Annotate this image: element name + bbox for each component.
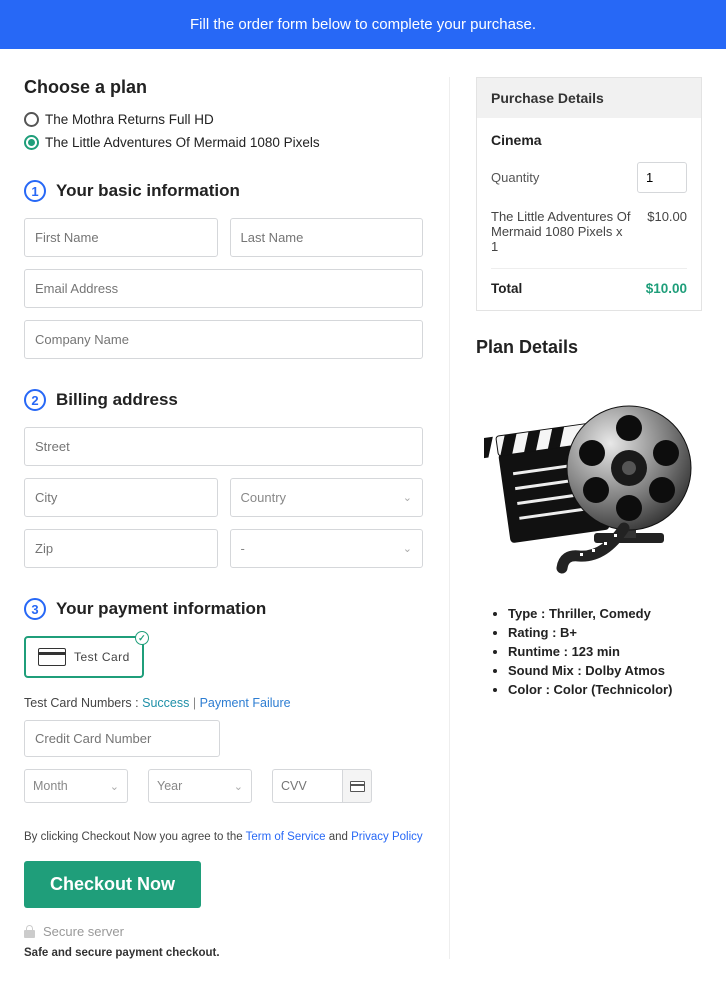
check-icon <box>135 631 149 645</box>
purchase-details-header: Purchase Details <box>477 78 701 118</box>
purchase-details-panel: Purchase Details Cinema Quantity The Lit… <box>476 77 702 311</box>
total-label: Total <box>491 281 522 296</box>
quantity-input[interactable] <box>637 162 687 193</box>
chevron-down-icon: ⌄ <box>234 780 243 793</box>
radio-icon <box>24 135 39 150</box>
last-name-input[interactable] <box>230 218 424 257</box>
list-item: Runtime : 123 min <box>508 644 702 659</box>
plan-option-1[interactable]: The Little Adventures Of Mermaid 1080 Pi… <box>24 135 423 150</box>
movie-illustration <box>476 378 702 578</box>
credit-card-icon <box>350 781 365 792</box>
state-select[interactable]: - ⌄ <box>230 529 424 568</box>
step-2-badge: 2 <box>24 389 46 411</box>
step-2-title: Billing address <box>56 390 178 410</box>
agree-text: By clicking Checkout Now you agree to th… <box>24 831 423 843</box>
quantity-label: Quantity <box>491 170 539 185</box>
month-select[interactable]: Month ⌄ <box>24 769 128 803</box>
plan-details-title: Plan Details <box>476 337 702 358</box>
chevron-down-icon: ⌄ <box>403 542 412 555</box>
list-item: Sound Mix : Dolby Atmos <box>508 663 702 678</box>
test-failure-link[interactable]: Payment Failure <box>200 696 291 710</box>
chevron-down-icon: ⌄ <box>403 491 412 504</box>
plan-details-list: Type : Thriller, Comedy Rating : B+ Runt… <box>476 606 702 697</box>
first-name-input[interactable] <box>24 218 218 257</box>
terms-link[interactable]: Term of Service <box>246 831 326 843</box>
list-item: Type : Thriller, Comedy <box>508 606 702 621</box>
cvv-icon-box <box>342 769 372 803</box>
secure-server-line: Secure server <box>24 924 423 939</box>
banner: Fill the order form below to complete yo… <box>0 0 726 49</box>
email-input[interactable] <box>24 269 423 308</box>
choose-plan-title: Choose a plan <box>24 77 423 98</box>
zip-input[interactable] <box>24 529 218 568</box>
step-1-badge: 1 <box>24 180 46 202</box>
safe-checkout-text: Safe and secure payment checkout. <box>24 947 423 959</box>
step-1-title: Your basic information <box>56 181 240 201</box>
credit-card-number-input[interactable] <box>24 720 220 757</box>
credit-card-icon <box>38 648 66 666</box>
country-select-label: Country <box>241 490 287 505</box>
company-input[interactable] <box>24 320 423 359</box>
plan-option-0[interactable]: The Mothra Returns Full HD <box>24 112 423 127</box>
street-input[interactable] <box>24 427 423 466</box>
plan-option-label: The Mothra Returns Full HD <box>45 112 214 127</box>
year-select[interactable]: Year ⌄ <box>148 769 252 803</box>
step-3-badge: 3 <box>24 598 46 620</box>
lock-icon <box>24 925 35 938</box>
list-item: Color : Color (Technicolor) <box>508 682 702 697</box>
line-item-name: The Little Adventures Of Mermaid 1080 Pi… <box>491 209 631 254</box>
total-amount: $10.00 <box>646 281 687 296</box>
plan-option-label: The Little Adventures Of Mermaid 1080 Pi… <box>45 135 320 150</box>
step-3-title: Your payment information <box>56 599 266 619</box>
country-select[interactable]: Country ⌄ <box>230 478 424 517</box>
test-card-option[interactable]: Test Card <box>24 636 144 678</box>
purchase-category: Cinema <box>491 132 687 148</box>
city-input[interactable] <box>24 478 218 517</box>
radio-icon <box>24 112 39 127</box>
privacy-link[interactable]: Privacy Policy <box>351 831 423 843</box>
chevron-down-icon: ⌄ <box>110 780 119 793</box>
line-item-price: $10.00 <box>647 209 687 254</box>
list-item: Rating : B+ <box>508 625 702 640</box>
test-card-label: Test Card <box>74 650 130 664</box>
state-select-label: - <box>241 541 245 556</box>
test-card-numbers-line: Test Card Numbers : Success | Payment Fa… <box>24 696 423 710</box>
checkout-button[interactable]: Checkout Now <box>24 861 201 908</box>
cvv-input[interactable] <box>272 769 342 803</box>
test-success-link[interactable]: Success <box>142 696 189 710</box>
